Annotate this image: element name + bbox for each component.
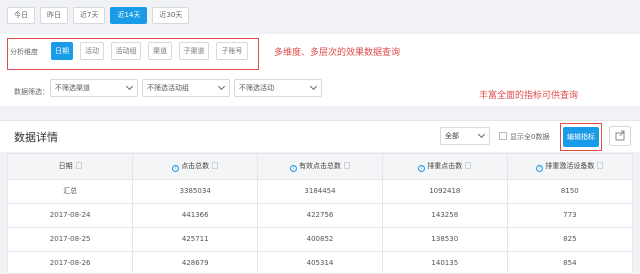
sort-icon[interactable] (75, 162, 82, 170)
page-title: 数据详情 (14, 131, 58, 144)
dimension-channel-button[interactable]: 渠道 (148, 42, 172, 60)
export-button[interactable] (609, 126, 631, 146)
help-icon[interactable]: ? (289, 164, 297, 172)
sort-icon[interactable] (212, 161, 219, 169)
column-header-clicks: ? 点击总数 (132, 154, 259, 180)
edit-metrics-button[interactable]: 编辑指标 (563, 127, 599, 147)
column-header-date: 日期 (8, 154, 134, 180)
table-cell: 428679 (132, 251, 259, 273)
tab-last-7-days[interactable]: 近7天 (73, 7, 106, 24)
table-header-row: 日期 ? 点击总数 ? 有效点击总数 ? 排重点击数 ? 排重激活设备数 (8, 154, 632, 180)
column-date-label: 日期 (58, 162, 73, 171)
campaign-group-filter-select[interactable]: 不筛选活动组 (142, 79, 230, 97)
table-cell: 422756 (257, 203, 383, 228)
campaign-filter-value: 不筛选活动 (239, 84, 274, 92)
channel-filter-value: 不筛选渠道 (55, 84, 90, 92)
filter-label: 数据筛选： (14, 88, 49, 96)
table-cell: 140135 (382, 251, 508, 273)
scope-select-value: 全部 (445, 132, 459, 140)
table-cell: 1092418 (382, 179, 508, 204)
help-icon[interactable]: ? (418, 164, 426, 172)
dimension-campaign-button[interactable]: 活动 (80, 42, 104, 60)
column-header-unique-activations: ? 排重激活设备数 (507, 154, 632, 180)
table-cell: 425711 (132, 227, 259, 252)
help-icon[interactable]: ? (172, 164, 180, 172)
channel-filter-select[interactable]: 不筛选渠道 (50, 79, 138, 97)
show-zero-checkbox[interactable] (499, 132, 507, 140)
tab-last-14-days[interactable]: 近14天 (110, 7, 148, 24)
table-cell: 405314 (257, 251, 383, 273)
chevron-down-icon (125, 82, 134, 91)
table-cell: 汇总 (8, 179, 134, 204)
detail-header: 数据详情 全部 显示全0数据 编辑指标 (0, 120, 640, 152)
dimension-annotation: 多维度、多层次的效果数据查询 (274, 48, 401, 58)
table-cell: 2017-08-25 (8, 227, 134, 252)
column-valid-clicks-label: 有效点击总数 (298, 161, 341, 170)
dimension-subchannel-button[interactable]: 子渠道 (179, 42, 209, 60)
table-cell: 773 (507, 203, 632, 228)
table-row: 汇总 3385034 3184454 1092418 8150 (8, 179, 632, 204)
table-row: 2017-08-25 425711 400852 138530 825 (8, 227, 632, 252)
export-icon (615, 130, 625, 141)
sort-icon[interactable] (597, 161, 604, 169)
table-cell: 2017-08-24 (8, 203, 134, 228)
show-zero-label: 显示全0数据 (510, 133, 550, 141)
table-cell: 854 (507, 251, 632, 273)
tab-last-30-days[interactable]: 近30天 (152, 7, 190, 24)
table-cell: 441366 (132, 203, 259, 228)
dimension-date-button[interactable]: 日期 (51, 42, 73, 60)
column-header-unique-clicks: ? 排重点击数 (382, 154, 508, 180)
table-cell: 400852 (257, 227, 383, 252)
dimension-campaign-group-button[interactable]: 活动组 (111, 42, 141, 60)
tab-yesterday[interactable]: 昨日 (40, 7, 68, 24)
campaign-filter-select[interactable]: 不筛选活动 (234, 79, 322, 97)
help-icon[interactable]: ? (536, 164, 544, 172)
tab-today[interactable]: 今日 (7, 7, 35, 24)
sort-icon[interactable] (343, 161, 350, 169)
column-header-valid-clicks: ? 有效点击总数 (257, 154, 383, 180)
chevron-down-icon (309, 82, 318, 91)
data-table: 日期 ? 点击总数 ? 有效点击总数 ? 排重点击数 ? 排重激活设备数 汇总 338 (7, 153, 633, 274)
scope-select[interactable]: 全部 (440, 127, 490, 145)
table-row: 2017-08-26 428679 405314 140135 854 (8, 251, 632, 273)
table-cell: 3184454 (257, 179, 383, 204)
date-range-tabs: 今日 昨日 近7天 近14天 近30天 (7, 7, 190, 24)
metrics-annotation: 丰富全面的指标可供查询 (479, 91, 579, 101)
table-cell: 3385034 (132, 179, 259, 204)
filter-panel: 分析维度 日期 活动 活动组 渠道 子渠道 子账号 多维度、多层次的效果数据查询… (0, 34, 640, 106)
table-row: 2017-08-24 441366 422756 143258 773 (8, 203, 632, 228)
chevron-down-icon (217, 82, 226, 91)
column-clicks-label: 点击总数 (181, 161, 210, 170)
campaign-group-filter-value: 不筛选活动组 (147, 84, 189, 92)
column-unique-activations-label: 排重激活设备数 (545, 161, 595, 170)
dimension-subaccount-button[interactable]: 子账号 (216, 42, 248, 60)
table-cell: 825 (507, 227, 632, 252)
dimension-label: 分析维度 (10, 48, 38, 56)
column-unique-clicks-label: 排重点击数 (427, 161, 463, 170)
table-cell: 138530 (382, 227, 508, 252)
table-cell: 143258 (382, 203, 508, 228)
table-cell: 2017-08-26 (8, 251, 134, 273)
sort-icon[interactable] (465, 161, 472, 169)
chevron-down-icon (477, 130, 486, 139)
table-cell: 8150 (507, 179, 632, 204)
